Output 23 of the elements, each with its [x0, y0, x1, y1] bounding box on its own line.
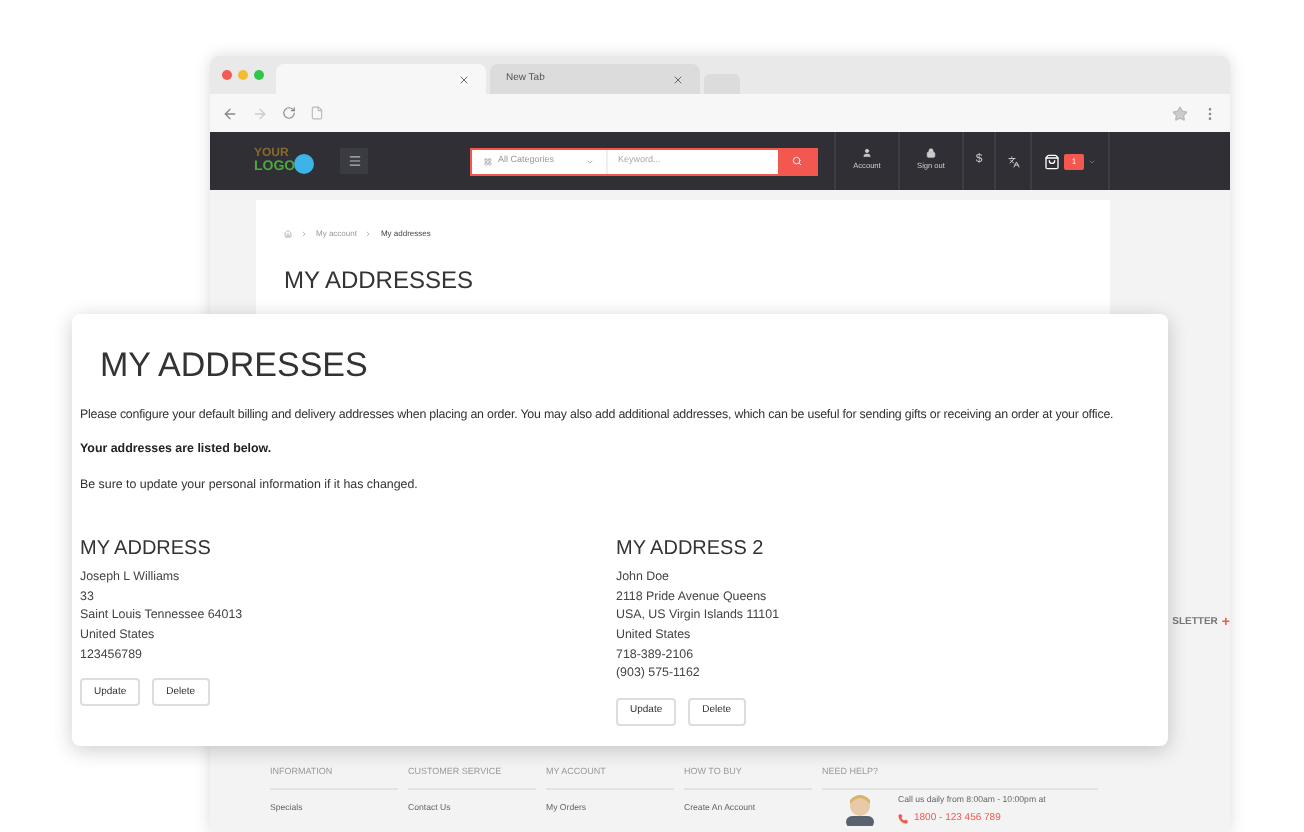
- home-icon[interactable]: [284, 230, 292, 238]
- address-title: MY ADDRESS 2: [616, 537, 766, 562]
- search-button[interactable]: [778, 149, 816, 173]
- user-icon: [862, 148, 872, 159]
- close-icon[interactable]: [672, 73, 684, 85]
- support-person-figure: [842, 793, 878, 826]
- address-title: MY ADDRESS: [80, 537, 213, 562]
- forward-icon[interactable]: [252, 105, 268, 121]
- page-title: MY ADDRESSES: [284, 264, 475, 298]
- bag-icon: [1043, 153, 1060, 169]
- phone-icon: [898, 814, 908, 825]
- reload-icon[interactable]: [282, 106, 296, 120]
- close-icon[interactable]: [458, 73, 470, 85]
- page-icon: [310, 106, 324, 120]
- back-icon[interactable]: [222, 105, 238, 121]
- panel-title: MY ADDRESSES: [100, 346, 370, 386]
- search-icon: [792, 156, 802, 166]
- grid-icon: [484, 157, 492, 165]
- language-icon[interactable]: [1007, 155, 1019, 167]
- menu-icon: [347, 154, 361, 168]
- menu-button[interactable]: [340, 148, 368, 174]
- lock-icon: [926, 148, 936, 159]
- bookmark-star-icon[interactable]: [1172, 105, 1188, 121]
